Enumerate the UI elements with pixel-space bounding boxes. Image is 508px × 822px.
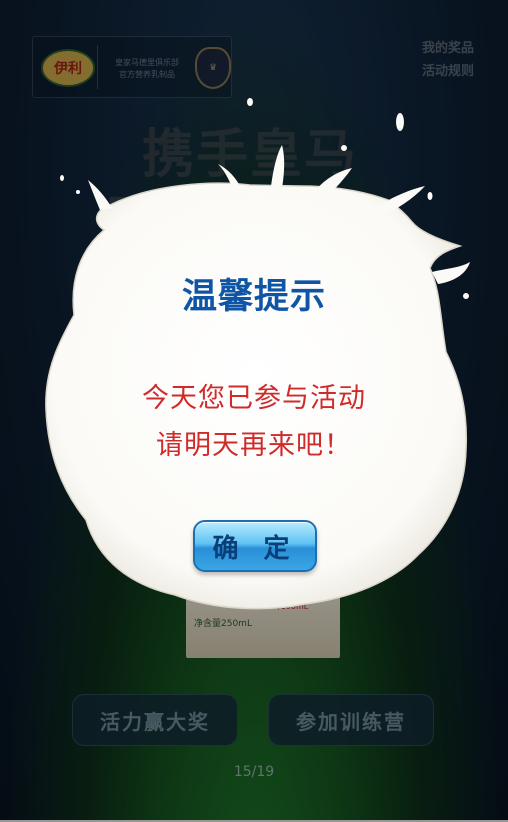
dialog-message-line-1: 今天您已参与活动 xyxy=(142,383,366,414)
dialog-message-line-2: 请明天再来吧！ xyxy=(156,430,352,461)
confirm-button[interactable]: 确 定 xyxy=(193,520,317,572)
dialog-title: 温馨提示 xyxy=(181,277,326,317)
